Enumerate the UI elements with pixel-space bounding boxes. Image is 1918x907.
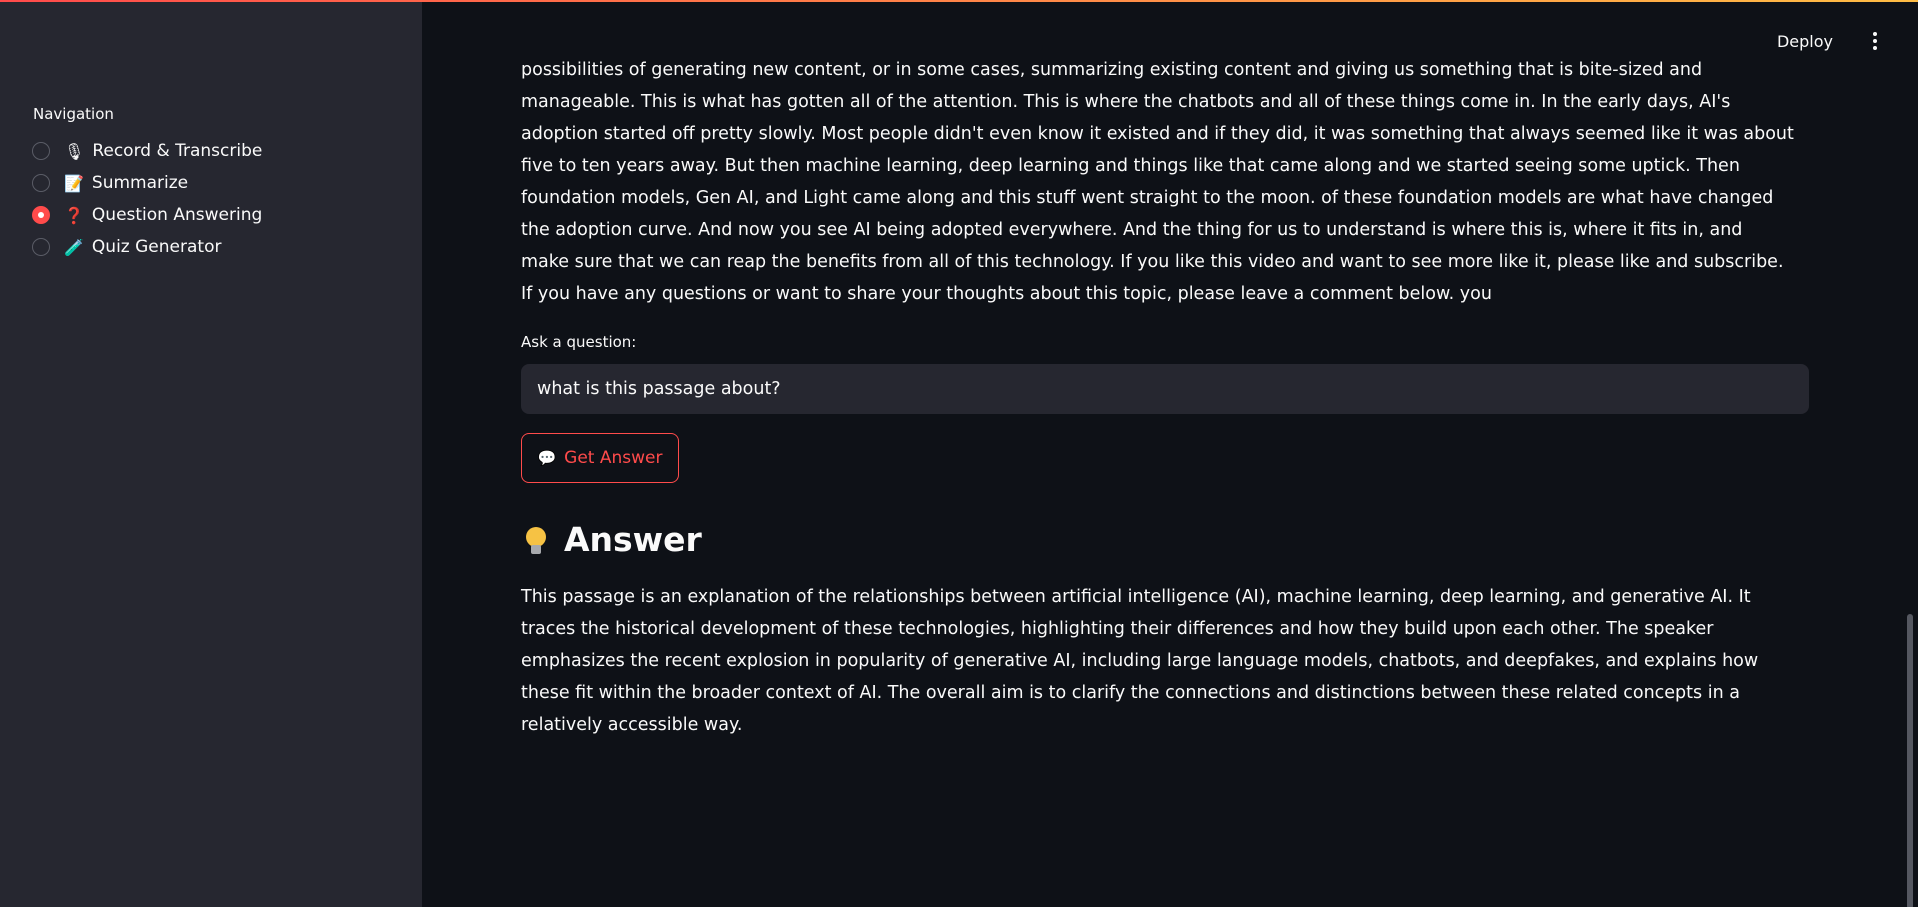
question-mark-icon: ❓ [64, 205, 84, 225]
get-answer-button[interactable]: 💬 Get Answer [521, 433, 679, 483]
radio-button[interactable] [32, 174, 50, 192]
radio-button[interactable] [32, 142, 50, 160]
vertical-scrollbar[interactable] [1907, 614, 1913, 907]
test-tube-icon: 🧪 [64, 237, 84, 257]
deploy-button[interactable]: Deploy [1777, 32, 1833, 51]
navigation-title: Navigation [33, 105, 114, 123]
nav-item-record-transcribe[interactable]: 🎙 Record & Transcribe [32, 137, 262, 165]
nav-item-quiz-generator[interactable]: 🧪 Quiz Generator [32, 233, 221, 261]
sidebar: Navigation 🎙 Record & Transcribe 📝 Summa… [0, 2, 422, 907]
nav-item-label: Summarize [91, 173, 189, 193]
light-bulb-icon [526, 526, 546, 554]
nav-item-question-answering[interactable]: ❓ Question Answering [32, 201, 262, 229]
radio-button[interactable] [32, 238, 50, 256]
nav-item-summarize[interactable]: 📝 Summarize [32, 169, 188, 197]
nav-item-label: Record & Transcribe [92, 141, 263, 161]
kebab-menu-icon[interactable] [1872, 32, 1878, 50]
speech-bubble-icon: 💬 [537, 449, 557, 467]
microphone-icon: 🎙 [64, 141, 85, 161]
get-answer-label: Get Answer [564, 448, 663, 468]
answer-heading-text: Answer [564, 520, 702, 559]
question-label: Ask a question: [521, 333, 637, 351]
memo-icon: 📝 [64, 173, 84, 193]
radio-button-selected[interactable] [32, 206, 50, 224]
question-input[interactable] [521, 364, 1809, 414]
main-content: Deploy possibilities of generating new c… [422, 2, 1918, 907]
answer-text: This passage is an explanation of the re… [521, 587, 1759, 735]
transcript-text: possibilities of generating new content,… [521, 60, 1794, 304]
answer-heading: Answer [526, 520, 702, 559]
nav-item-label: Question Answering [91, 205, 263, 225]
nav-item-label: Quiz Generator [91, 237, 222, 257]
